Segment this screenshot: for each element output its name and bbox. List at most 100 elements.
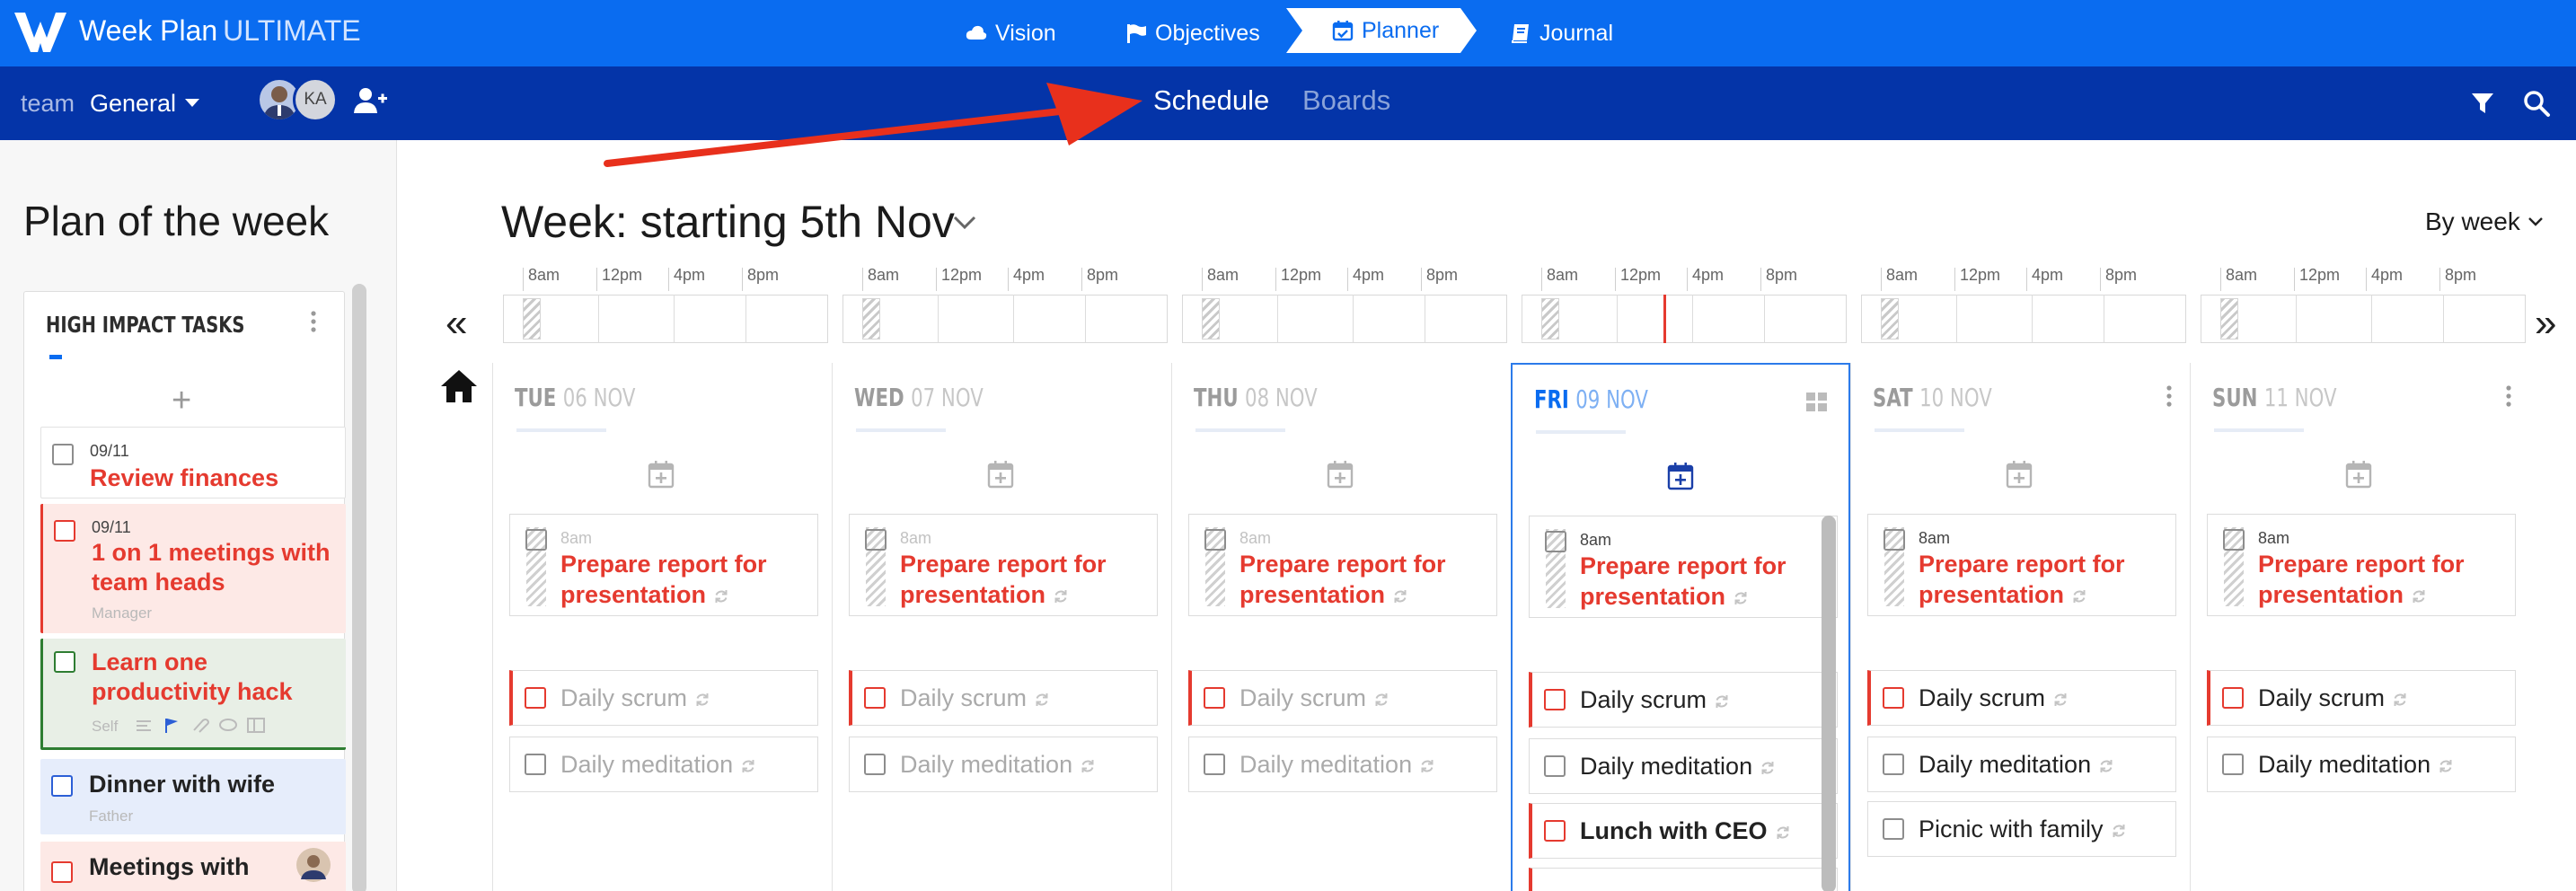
list-item[interactable]: 09/11 Review finances [40,427,346,498]
task-title-text: Daily scrum [900,684,1028,711]
task-checkbox[interactable] [1883,818,1904,840]
nav-journal[interactable]: Journal [1509,16,1613,50]
chevron-down-icon[interactable] [952,214,977,232]
task-card[interactable]: 8am Prepare report for presentation [2207,514,2516,616]
next-week-button[interactable]: » [2535,304,2556,343]
task-row[interactable]: Daily meditation [509,737,818,792]
task-checkbox[interactable] [2223,529,2245,551]
high-impact-tasks-card: HIGH IMPACT TASKS + 09/11 Review finance… [23,291,346,891]
calendar-add-icon[interactable] [2345,460,2372,489]
task-checkbox[interactable] [525,687,546,709]
nav-vision[interactable]: Vision [965,16,1056,50]
app-logo-icon[interactable] [13,9,68,56]
task-row[interactable]: Picnic with family [1867,801,2176,857]
search-icon[interactable] [2522,89,2551,118]
task-checkbox[interactable] [1883,529,1905,551]
timeline-event-block[interactable] [2220,298,2238,340]
task-row[interactable]: Daily meditation [1188,737,1497,792]
task-checkbox[interactable] [1544,820,1566,842]
timeline-event-block[interactable] [523,298,541,340]
left-scrollbar[interactable] [352,284,366,891]
timeline-event-block[interactable] [1881,298,1899,340]
calendar-add-icon[interactable] [648,460,675,489]
tab-schedule[interactable]: Schedule [1153,83,1269,119]
task-checkbox[interactable] [51,861,73,883]
task-checkbox[interactable] [525,754,546,775]
timeline-track[interactable] [1182,295,1507,343]
timeline-track[interactable] [842,295,1168,343]
list-item[interactable]: Dinner with wife Father [40,759,346,834]
task-card[interactable]: 8am Prepare report for presentation [1867,514,2176,616]
task-checkbox[interactable] [52,444,74,465]
timeline-divider [2032,295,2033,343]
task-checkbox[interactable] [1544,689,1566,710]
nav-objectives[interactable]: Objectives [1125,16,1260,50]
task-checkbox[interactable] [865,529,887,551]
list-item[interactable]: 09/11 1 on 1 meetings with team heads Ma… [40,504,346,633]
task-checkbox[interactable] [1204,529,1226,551]
home-icon[interactable] [440,368,478,404]
task-checkbox[interactable] [864,754,886,775]
task-checkbox[interactable] [1545,531,1566,552]
timeline-event-block[interactable] [1541,298,1559,340]
filter-icon[interactable] [2470,90,2495,117]
task-row[interactable]: Daily scrum [1867,670,2176,726]
team-selector[interactable]: General [90,88,200,119]
task-checkbox[interactable] [54,651,75,673]
previous-week-button[interactable]: « [446,304,467,343]
task-row-partial[interactable] [1529,868,1838,891]
timeline-event-block[interactable] [862,298,880,340]
task-checkbox[interactable] [54,520,75,542]
tab-boards[interactable]: Boards [1302,83,1390,119]
app-title[interactable]: Week Plan ULTIMATE [79,13,361,49]
task-row[interactable]: Daily scrum [1529,672,1838,728]
task-row[interactable]: Daily meditation [1867,737,2176,792]
list-item[interactable]: Learn one productivity hack Self [40,639,346,750]
task-card[interactable]: 8am Prepare report for presentation [509,514,818,616]
avatar-initials[interactable]: KA [293,77,338,122]
list-item[interactable]: Meetings with [40,842,346,891]
timeline-track[interactable] [503,295,828,343]
task-checkbox[interactable] [51,775,73,797]
timeline-event-block[interactable] [1202,298,1220,340]
task-checkbox[interactable] [1544,755,1566,777]
timeline-label: 8am [528,266,560,284]
task-checkbox[interactable] [1204,687,1225,709]
timeline-label: 12pm [1281,266,1322,284]
task-checkbox[interactable] [2222,687,2244,709]
task-checkbox[interactable] [864,687,886,709]
kebab-menu-icon[interactable] [2505,384,2512,408]
task-row[interactable]: Daily meditation [1529,738,1838,794]
task-checkbox[interactable] [2222,754,2244,775]
task-row[interactable]: Daily meditation [849,737,1158,792]
timeline-track[interactable] [1522,295,1847,343]
calendar-add-icon[interactable] [987,460,1014,489]
kebab-menu-icon[interactable] [310,310,317,333]
task-row[interactable]: Lunch with CEO [1529,803,1838,859]
task-row[interactable]: Daily scrum [509,670,818,726]
add-user-icon[interactable] [353,86,389,115]
task-row[interactable]: Daily scrum [849,670,1158,726]
calendar-add-icon[interactable] [1327,460,1354,489]
timeline-track[interactable] [1861,295,2186,343]
task-row[interactable]: Daily meditation [2207,737,2516,792]
week-title[interactable]: Week: starting 5th Nov [501,195,955,249]
task-row[interactable]: Daily scrum [2207,670,2516,726]
calendar-add-icon[interactable] [2006,460,2033,489]
task-card[interactable]: 8am Prepare report for presentation [1188,514,1497,616]
grid-view-icon[interactable] [1805,392,1829,413]
column-scrollbar[interactable] [1822,516,1836,891]
nav-planner[interactable]: Planner [1331,13,1439,49]
task-card[interactable]: 8am Prepare report for presentation [1529,516,1838,618]
task-checkbox[interactable] [1883,687,1904,709]
calendar-add-icon[interactable] [1667,462,1694,490]
add-task-button[interactable]: + [172,384,191,418]
task-checkbox[interactable] [1204,754,1225,775]
task-row[interactable]: Daily scrum [1188,670,1497,726]
view-selector[interactable]: By week [2425,207,2544,237]
kebab-menu-icon[interactable] [2166,384,2173,408]
task-checkbox[interactable] [1883,754,1904,775]
task-card[interactable]: 8am Prepare report for presentation [849,514,1158,616]
timeline-track[interactable] [2201,295,2526,343]
task-checkbox[interactable] [525,529,547,551]
